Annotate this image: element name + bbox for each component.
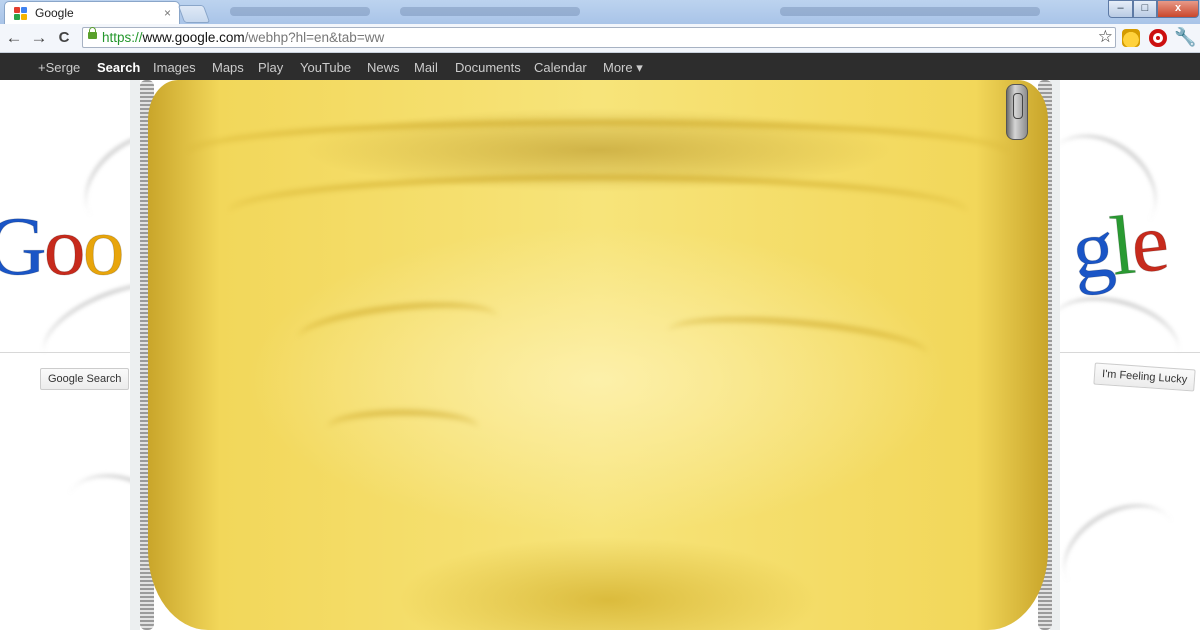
gbar-item-plus-serge[interactable]: +Serge — [38, 60, 80, 75]
gbar-item-news[interactable]: News — [367, 60, 400, 75]
tab-close-icon[interactable]: × — [164, 6, 171, 20]
address-bar[interactable]: https://www.google.com/webhp?hl=en&tab=w… — [82, 27, 1116, 48]
url-path: /webhp?hl=en&tab=ww — [244, 30, 385, 45]
shirt-fold — [228, 175, 968, 250]
bookmark-star-icon[interactable]: ☆ — [1098, 27, 1113, 47]
gbar-item-more[interactable]: More ▾ — [603, 60, 643, 76]
yellow-belly-image — [148, 80, 1048, 630]
back-button[interactable]: ← — [4, 28, 24, 48]
tab-google[interactable]: Google × — [4, 1, 180, 24]
blurred-tabs — [780, 7, 1040, 16]
blurred-tabs — [230, 7, 370, 16]
zipper-tape-left — [130, 80, 140, 630]
google-search-button[interactable]: Google Search — [40, 368, 130, 390]
minimize-button[interactable]: – — [1108, 0, 1133, 18]
gbar-item-play[interactable]: Play — [258, 60, 283, 75]
url-scheme: https:// — [102, 30, 143, 45]
tab-title: Google — [35, 6, 74, 20]
extension-icon[interactable] — [1122, 29, 1140, 47]
gbar-item-mail[interactable]: Mail — [414, 60, 438, 75]
gbar-item-images[interactable]: Images — [153, 60, 196, 75]
shirt-fold — [328, 410, 478, 445]
search-box-edge — [0, 352, 150, 353]
gbar-item-calendar[interactable]: Calendar — [534, 60, 587, 75]
wrench-menu-icon[interactable]: 🔧 — [1174, 27, 1196, 48]
maximize-button[interactable]: □ — [1133, 0, 1157, 18]
google-logo-right: gle — [1067, 193, 1171, 299]
logo-letter: o — [82, 200, 125, 294]
gbar-item-search[interactable]: Search — [97, 60, 140, 75]
reload-button[interactable]: C — [54, 28, 74, 48]
new-tab-button[interactable] — [177, 5, 211, 23]
google-bar: +Serge Search Images Maps Play YouTube N… — [0, 53, 1200, 80]
zipper-slider-icon[interactable] — [1006, 84, 1028, 140]
paper-crease — [1047, 485, 1193, 618]
gbar-item-maps[interactable]: Maps — [212, 60, 244, 75]
gbar-item-youtube[interactable]: YouTube — [300, 60, 351, 75]
search-box-edge — [1050, 352, 1200, 353]
gbar-item-documents[interactable]: Documents — [455, 60, 521, 75]
logo-letter: o — [43, 200, 86, 294]
google-logo-left: Goo — [0, 198, 125, 295]
url-host: www.google.com — [142, 30, 245, 45]
forward-button[interactable]: → — [29, 28, 49, 48]
shirt-fold — [296, 294, 500, 361]
lock-icon — [88, 27, 97, 39]
google-favicon-icon — [14, 7, 28, 20]
blurred-tabs — [400, 7, 580, 16]
page-content: Goo gle Google Search I'm Feeling Lucky — [0, 80, 1200, 630]
browser-toolbar: ← → C https://www.google.com/webhp?hl=en… — [0, 24, 1200, 53]
close-window-button[interactable]: x — [1157, 0, 1199, 18]
tab-strip: Google × – □ x — [0, 0, 1200, 24]
logo-letter: G — [0, 200, 47, 294]
stop-extension-icon[interactable] — [1149, 29, 1167, 47]
shirt-fold — [666, 308, 930, 377]
feeling-lucky-button[interactable]: I'm Feeling Lucky — [1093, 362, 1196, 392]
url-text: https://www.google.com/webhp?hl=en&tab=w… — [102, 30, 384, 45]
